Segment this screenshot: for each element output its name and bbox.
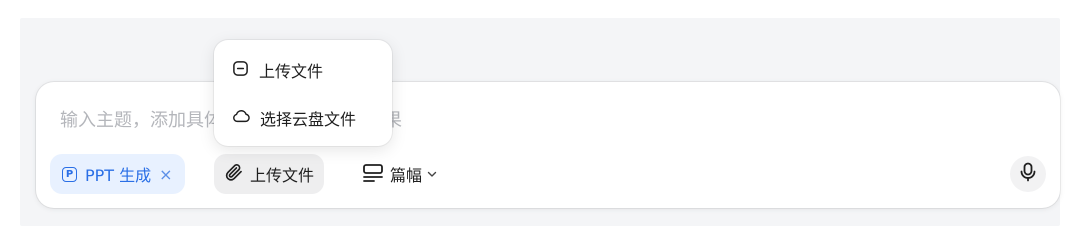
upload-file-button[interactable]: 上传文件 xyxy=(214,154,325,194)
remove-mode-button[interactable]: × xyxy=(159,165,172,184)
ppt-icon: P xyxy=(62,166,77,182)
length-select[interactable]: 篇幅 xyxy=(354,154,452,194)
upload-file-label: 上传文件 xyxy=(250,166,315,185)
menu-item-upload-file[interactable]: 上传文件 xyxy=(214,48,392,92)
length-select-label: 篇幅 xyxy=(390,166,423,185)
prompt-composer: 输入主题，添加具体要求，以获得更好效果 P PPT 生成 × 上传文件 xyxy=(36,82,1060,208)
ppt-mode-chip[interactable]: P PPT 生成 × xyxy=(50,154,185,194)
voice-input-button[interactable] xyxy=(1010,156,1046,192)
local-file-icon xyxy=(232,60,259,81)
upload-menu: 上传文件 选择云盘文件 xyxy=(214,40,392,146)
length-lines-icon xyxy=(362,162,390,186)
menu-item-cloud-file-label: 选择云盘文件 xyxy=(260,110,357,129)
ppt-mode-label: PPT 生成 xyxy=(85,166,152,185)
composer-toolbar: P PPT 生成 × 上传文件 篇幅 xyxy=(50,154,1046,194)
paperclip-icon xyxy=(224,162,250,186)
menu-item-upload-file-label: 上传文件 xyxy=(259,62,324,81)
microphone-icon xyxy=(1019,162,1037,186)
cloud-icon xyxy=(232,108,260,128)
menu-item-cloud-file[interactable]: 选择云盘文件 xyxy=(214,96,392,140)
chevron-down-icon xyxy=(426,165,444,184)
